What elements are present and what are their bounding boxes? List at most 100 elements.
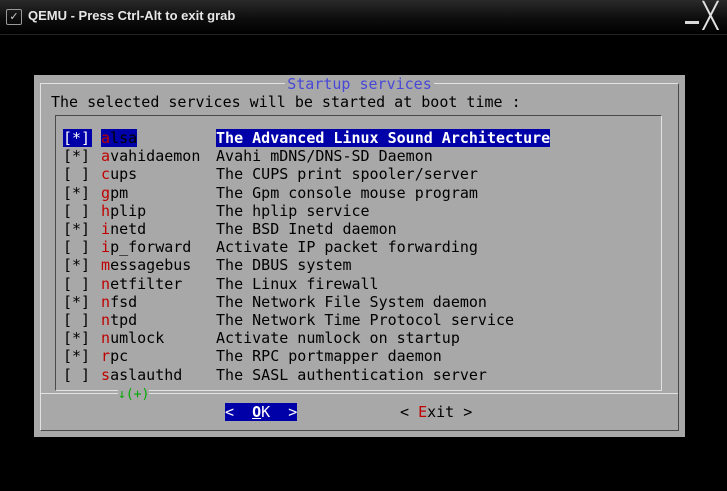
service-row[interactable]: [ ] saslauthd The SASL authentication ser… [63,366,487,384]
dialog-title-text: Startup services [285,75,434,93]
ok-label-rest: K [261,403,271,421]
service-row[interactable]: [*] alsa The Advanced Linux Sound Archite… [63,129,551,147]
service-name-rest: ups [110,165,138,184]
service-hotkey: h [101,201,111,220]
service-name: numlock [101,329,216,347]
service-checkbox[interactable]: [*] [63,256,92,274]
service-name: cups [101,165,216,183]
service-hotkey: n [101,311,111,329]
service-row[interactable]: [ ] ntpd The Network Time Protocol servic… [63,311,514,329]
service-checkbox[interactable]: [ ] [63,202,92,220]
service-description: Activate numlock on startup [216,329,460,348]
service-checkbox[interactable]: [ ] [63,238,92,256]
service-checkbox[interactable]: [*] [63,184,92,202]
service-checkbox[interactable]: [ ] [63,165,92,183]
service-hotkey: n [101,274,111,293]
service-description: The Gpm console mouse program [216,183,478,202]
service-name-rest: vahidaemon [110,147,201,166]
ok-right-bracket: > [270,403,298,421]
service-checkbox[interactable]: [*] [63,347,92,365]
service-name-rest: pm [110,183,129,202]
service-checkbox[interactable]: [ ] [63,275,92,293]
service-row[interactable]: [ ] cups The CUPS print spooler/server [63,165,478,183]
dialog-prompt: The selected services will be started at… [51,93,521,111]
close-icon[interactable]: ╳ [703,3,718,29]
service-row[interactable]: [*] nfsd The Network File System daemon [63,293,487,311]
service-row[interactable]: [ ] netfilter The Linux firewall [63,275,379,293]
service-name-text: avahidaemon [101,147,200,165]
startup-services-dialog: Startup services The selected services w… [34,75,685,437]
exit-right-bracket: > [454,403,473,421]
service-row[interactable]: [ ] hplip The hplip service [63,202,370,220]
service-name: hplip [101,202,216,220]
service-name-text: netfilter [101,275,182,293]
service-hotkey: c [101,165,111,184]
service-hotkey: g [101,183,111,202]
service-description: The Advanced Linux Sound Architecture [216,129,551,147]
service-hotkey: a [101,129,111,147]
service-description: The CUPS print spooler/server [216,165,478,184]
ok-hotkey: O [252,403,262,421]
service-hotkey: n [101,329,111,348]
service-name-rest: aslauthd [110,365,183,384]
service-description: The Network Time Protocol service [216,311,515,329]
service-row[interactable]: [*] gpm The Gpm console mouse program [63,184,478,202]
service-name-text: nfsd [101,293,137,311]
window-menu-icon[interactable]: ✓ [6,9,22,25]
service-name-text: ip_forward [101,238,191,256]
service-name-text: gpm [101,184,128,202]
service-name: inetd [101,220,216,238]
service-name-rest: plip [110,201,147,220]
ok-button[interactable]: < OK > [225,403,298,421]
exit-button[interactable]: < Exit > [400,403,472,421]
service-description: The Network File System daemon [216,292,487,311]
service-description: The DBUS system [216,256,352,275]
service-name-text: alsa [101,129,138,147]
service-name-rest: umlock [110,329,165,348]
service-name-text: cups [101,165,137,183]
console-screen: Startup services The selected services w… [10,40,717,484]
service-row[interactable]: [*] inetd The BSD Inetd daemon [63,220,397,238]
service-name: alsa [101,129,216,147]
service-checkbox[interactable]: [*] [63,147,92,165]
service-checkbox[interactable]: [*] [63,129,92,147]
service-name: netfilter [101,275,216,293]
service-name-rest: tpd [110,311,138,329]
service-description: The BSD Inetd daemon [216,220,397,238]
service-name-rest: p_forward [110,238,192,257]
service-hotkey: i [101,238,111,257]
service-checkbox[interactable]: [*] [63,293,92,311]
service-name-text: ntpd [101,311,137,329]
service-name-rest: etfilter [110,274,183,293]
service-description: The hplip service [216,201,370,220]
service-row[interactable]: [*] numlock Activate numlock on startup [63,329,460,347]
service-checkbox[interactable]: [ ] [63,366,92,384]
ok-left-bracket: < [225,403,253,421]
service-name-text: saslauthd [101,366,182,384]
service-row[interactable]: [*] avahidaemon Avahi mDNS/DNS-SD Daemon [63,147,433,165]
service-row[interactable]: [ ] ip_forward Activate IP packet forward… [63,238,478,256]
service-hotkey: m [101,256,111,275]
service-row[interactable]: [*] messagebus The DBUS system [63,256,352,274]
service-checkbox[interactable]: [*] [63,220,92,238]
scroll-more-indicator: ↓(+) [118,387,150,402]
service-description: The RPC portmapper daemon [216,347,442,366]
service-row[interactable]: [*] rpc The RPC portmapper daemon [63,347,442,365]
minimize-icon[interactable] [684,8,700,26]
service-name-text: messagebus [101,256,191,274]
service-name-rest: lsa [110,129,138,147]
service-description: Avahi mDNS/DNS-SD Daemon [216,147,433,166]
service-checkbox[interactable]: [ ] [63,311,92,329]
exit-left-bracket: < [400,403,419,421]
service-checkbox[interactable]: [*] [63,329,92,347]
